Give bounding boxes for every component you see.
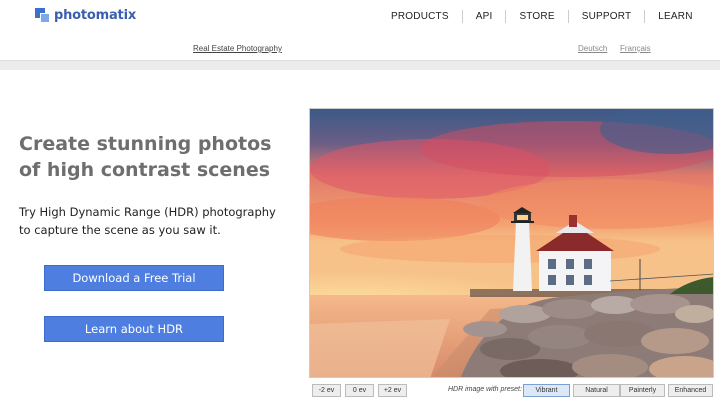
ev-minus-2-button[interactable]: -2 ev	[312, 384, 341, 397]
nav-item-learn[interactable]: LEARN	[645, 11, 705, 22]
photomatix-logo-icon	[35, 8, 50, 23]
ev-0-button[interactable]: 0 ev	[345, 384, 374, 397]
hero-section: Create stunning photos of high contrast …	[0, 70, 720, 399]
photo-toolbar: -2 ev 0 ev +2 ev HDR image with preset: …	[309, 384, 714, 398]
learn-hdr-button[interactable]: Learn about HDR	[44, 316, 224, 342]
language-francais-link[interactable]: Français	[620, 44, 651, 53]
hero-tagline: Try High Dynamic Range (HDR) photography…	[19, 205, 276, 237]
logo-text: photomatix	[54, 8, 137, 23]
preset-vibrant-button[interactable]: Vibrant	[523, 384, 570, 397]
language-deutsch-link[interactable]: Deutsch	[578, 44, 607, 53]
nav-item-api[interactable]: API	[463, 11, 506, 22]
site-header: photomatix PRODUCTS API STORE SUPPORT LE…	[0, 0, 720, 34]
main-nav: PRODUCTS API STORE SUPPORT LEARN	[378, 10, 706, 23]
preset-painterly-button[interactable]: Painterly	[620, 384, 665, 397]
logo[interactable]: photomatix	[35, 8, 136, 23]
sub-bar: Real Estate Photography Deutsch Français	[0, 34, 720, 60]
download-trial-button[interactable]: Download a Free Trial	[44, 265, 224, 291]
hdr-lighthouse-photo	[309, 108, 714, 378]
preset-enhanced-button[interactable]: Enhanced	[668, 384, 713, 397]
section-divider	[0, 60, 720, 70]
hero-headline: Create stunning photos of high contrast …	[19, 133, 272, 181]
real-estate-link[interactable]: Real Estate Photography	[193, 44, 282, 53]
nav-item-products[interactable]: PRODUCTS	[378, 11, 462, 22]
preset-label: HDR image with preset:	[448, 386, 522, 393]
ev-plus-2-button[interactable]: +2 ev	[378, 384, 407, 397]
nav-item-store[interactable]: STORE	[506, 11, 567, 22]
nav-item-support[interactable]: SUPPORT	[569, 11, 645, 22]
preset-natural-button[interactable]: Natural	[573, 384, 620, 397]
